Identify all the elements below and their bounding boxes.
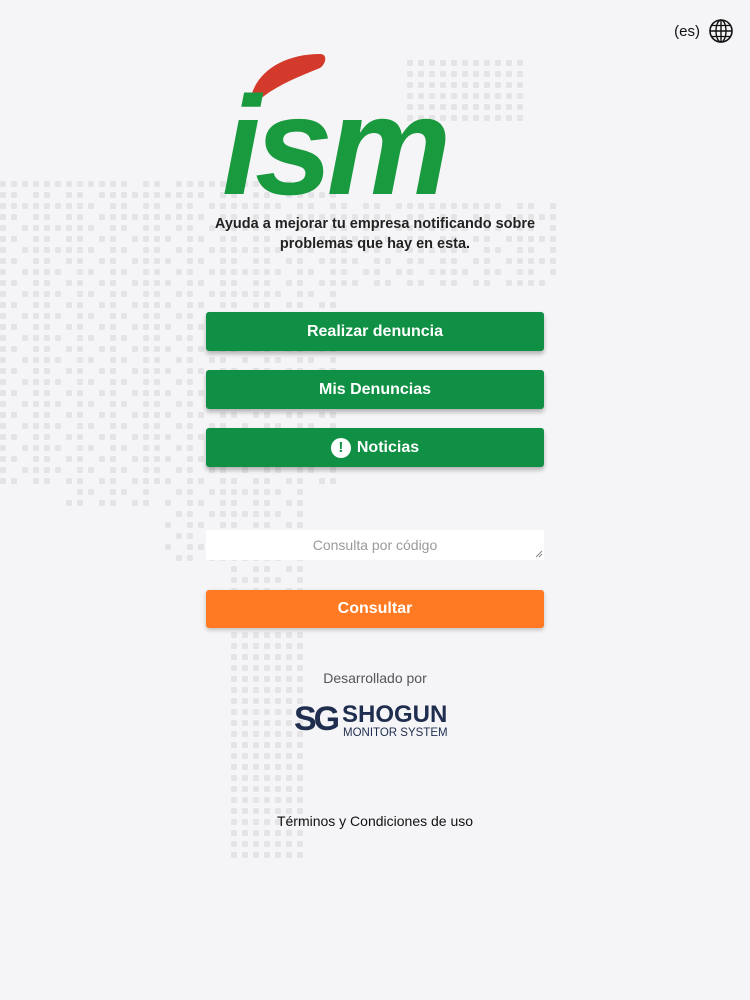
logo-text: ism xyxy=(222,67,446,200)
code-lookup-input[interactable] xyxy=(206,530,544,560)
news-label: Noticias xyxy=(356,438,420,456)
developed-by-label: Desarrollado por xyxy=(323,670,427,686)
shogun-tagline: MONITOR SYSTEM xyxy=(343,727,448,739)
terms-link[interactable]: Términos y Condiciones de uso xyxy=(0,813,750,829)
consult-label: Consultar xyxy=(337,600,413,617)
ism-logo: ism xyxy=(222,50,528,200)
my-complaints-button[interactable]: Mis Denuncias xyxy=(206,370,544,409)
report-complaint-label: Realizar denuncia xyxy=(306,322,444,340)
globe-icon xyxy=(709,19,733,43)
shogun-logo: SG SHOGUN MONITOR SYSTEM xyxy=(294,700,458,740)
consult-button[interactable]: Consultar xyxy=(206,590,544,628)
news-button[interactable]: ! Noticias xyxy=(206,428,544,467)
my-complaints-label: Mis Denuncias xyxy=(318,380,432,398)
shogun-name: SHOGUN xyxy=(342,701,447,728)
language-code: (es) xyxy=(674,22,700,40)
alert-circle-icon: ! xyxy=(330,437,351,458)
resize-grip-icon[interactable] xyxy=(535,550,543,558)
tagline: Ayuda a mejorar tu empresa notificando s… xyxy=(214,216,536,252)
language-selector[interactable]: (es) xyxy=(674,18,734,44)
shogun-mark: SG xyxy=(294,700,339,738)
report-complaint-button[interactable]: Realizar denuncia xyxy=(206,312,544,351)
